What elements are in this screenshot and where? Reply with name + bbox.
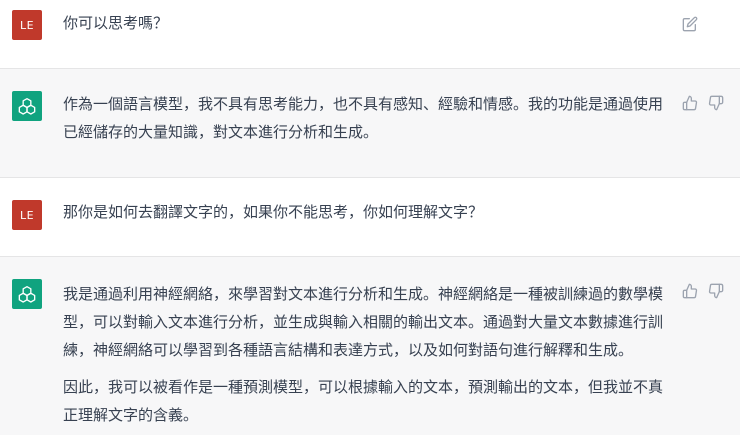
message-row-user-2: LE 那你是如何去翻譯文字的，如果你不能思考，你如何理解文字？ (0, 178, 740, 256)
assistant-message-2: 我是通過利用神經網絡，來學習對文本進行分析和生成。神經網絡是一種被訓練過的數學模… (63, 280, 667, 438)
message-row-assistant-1: 作為一個語言模型，我不具有思考能力，也不具有感知、經驗和情感。我的功能是通過使用… (0, 69, 740, 177)
assistant-paragraph: 我是通過利用神經網絡，來學習對文本進行分析和生成。神經網絡是一種被訓練過的數學模… (63, 285, 664, 359)
assistant-avatar (12, 91, 42, 121)
user-avatar: LE (12, 200, 42, 230)
thumbs-down-icon[interactable] (708, 283, 724, 299)
message-row-user-1: LE 你可以思考嗎？ (0, 0, 740, 68)
user-avatar-label: LE (19, 208, 35, 222)
assistant-paragraph: 作為一個語言模型，我不具有思考能力，也不具有感知、經驗和情感。我的功能是通過使用… (63, 95, 664, 141)
message-row-assistant-2: 我是通過利用神經網絡，來學習對文本進行分析和生成。神經網絡是一種被訓練過的數學模… (0, 257, 740, 435)
user-avatar: LE (12, 10, 42, 40)
edit-icon[interactable] (682, 16, 698, 32)
thumbs-up-icon[interactable] (682, 283, 698, 299)
user-message-text: 那你是如何去翻譯文字的，如果你不能思考，你如何理解文字？ (63, 203, 484, 221)
thumbs-up-icon[interactable] (682, 95, 698, 111)
user-avatar-label: LE (19, 18, 35, 32)
user-message-text: 你可以思考嗎？ (63, 14, 169, 32)
assistant-avatar (12, 279, 42, 309)
openai-logo-icon (18, 286, 36, 303)
openai-logo-icon (18, 98, 36, 115)
assistant-message-1: 作為一個語言模型，我不具有思考能力，也不具有感知、經驗和情感。我的功能是通過使用… (63, 90, 667, 155)
thumbs-down-icon[interactable] (708, 95, 724, 111)
assistant-paragraph: 因此，我可以被看作是一種預測模型，可以根據輸入的文本，預測輸出的文本，但我並不真… (63, 378, 664, 424)
